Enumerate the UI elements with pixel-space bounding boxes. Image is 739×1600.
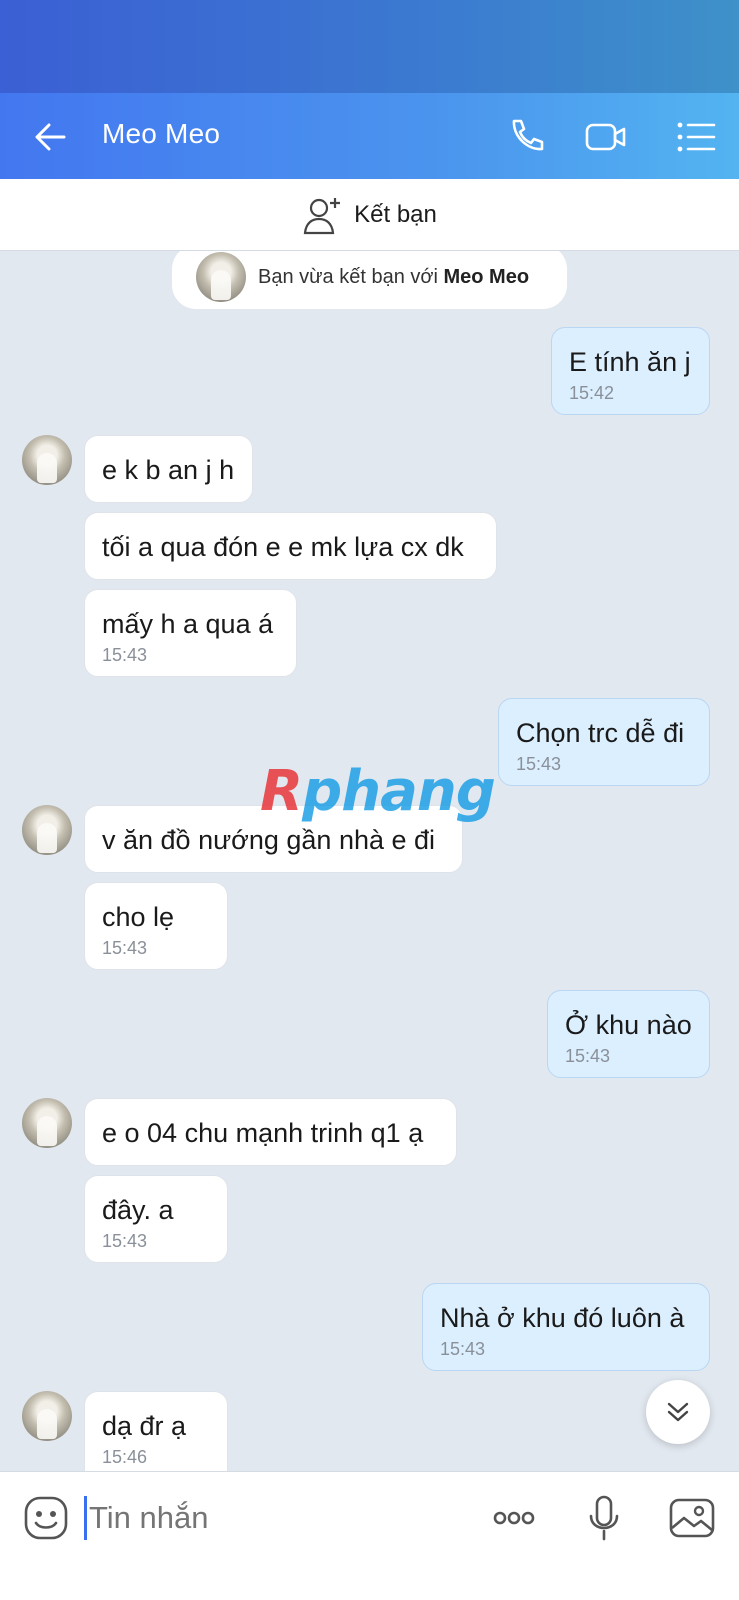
add-friend-bar[interactable]: Kết bạn xyxy=(0,179,739,251)
friend-avatar-small xyxy=(196,252,246,302)
double-chevron-down-icon xyxy=(667,1402,689,1422)
friend-avatar[interactable] xyxy=(22,805,72,855)
outgoing-message[interactable]: Nhà ở khu đó luôn à 15:43 xyxy=(422,1283,710,1371)
incoming-message[interactable]: cho lẹ 15:43 xyxy=(84,882,228,970)
back-arrow-icon[interactable] xyxy=(30,117,70,157)
incoming-message[interactable]: e o 04 chu mạnh trinh q1 ạ xyxy=(84,1098,457,1166)
system-notice: Bạn vừa kết bạn với Meo Meo xyxy=(172,251,567,309)
add-user-icon xyxy=(303,197,341,234)
system-notice-text: Bạn vừa kết bạn với xyxy=(258,265,444,288)
incoming-message[interactable]: tối a qua đón e e mk lựa cx dk xyxy=(84,512,497,580)
message-composer xyxy=(0,1471,739,1600)
menu-list-icon[interactable] xyxy=(674,115,718,159)
friend-avatar[interactable] xyxy=(22,1098,72,1148)
phone-icon[interactable] xyxy=(504,115,548,159)
image-gallery-icon[interactable] xyxy=(668,1494,716,1542)
incoming-message[interactable]: mấy h a qua á 15:43 xyxy=(84,589,297,677)
more-options-icon[interactable] xyxy=(490,1494,538,1542)
incoming-message[interactable]: dạ đr ạ 15:46 xyxy=(84,1391,228,1471)
chat-title[interactable]: Meo Meo xyxy=(102,118,220,150)
friend-avatar[interactable] xyxy=(22,1391,72,1441)
outgoing-message[interactable]: Ở khu nào 15:43 xyxy=(547,990,710,1078)
microphone-icon[interactable] xyxy=(580,1494,628,1542)
status-bar xyxy=(0,0,739,93)
message-list[interactable]: Bạn vừa kết bạn với Meo Meo E tính ăn j … xyxy=(0,251,739,1471)
emoji-sticker-icon[interactable] xyxy=(22,1494,70,1542)
outgoing-message[interactable]: Chọn trc dễ đi 15:43 xyxy=(498,698,710,786)
message-input[interactable] xyxy=(84,1496,444,1540)
incoming-message[interactable]: đây. a 15:43 xyxy=(84,1175,228,1263)
chat-header: Meo Meo xyxy=(0,93,739,179)
system-notice-name: Meo Meo xyxy=(443,265,530,288)
watermark-logo: Rphang xyxy=(260,759,496,824)
outgoing-message[interactable]: E tính ăn j 15:42 xyxy=(551,327,710,415)
add-friend-label: Kết bạn xyxy=(354,200,437,228)
incoming-message[interactable]: e k b an j h xyxy=(84,435,253,503)
friend-avatar[interactable] xyxy=(22,435,72,485)
video-call-icon[interactable] xyxy=(584,115,628,159)
scroll-to-bottom-button[interactable] xyxy=(646,1380,710,1444)
